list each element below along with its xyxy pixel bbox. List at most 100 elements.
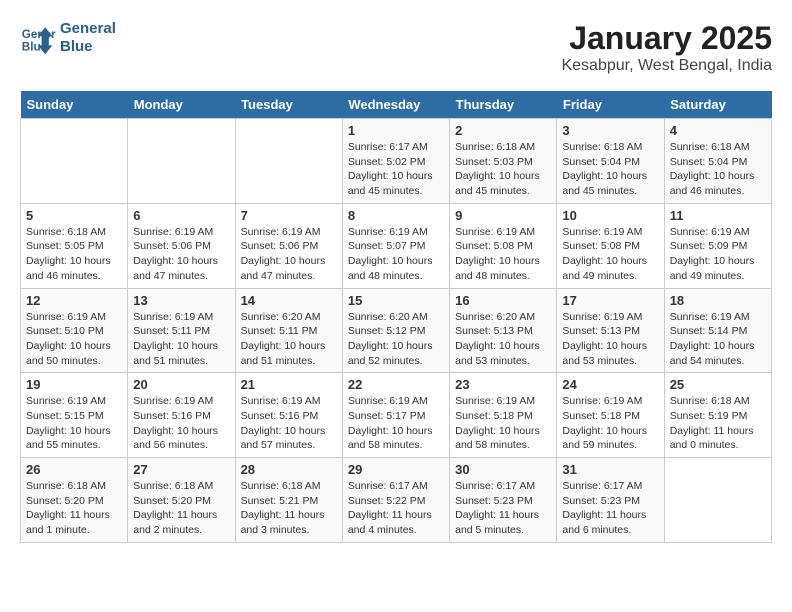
day-info: Sunrise: 6:17 AM Sunset: 5:22 PM Dayligh… <box>348 479 444 538</box>
day-number: 2 <box>455 123 551 138</box>
day-info: Sunrise: 6:19 AM Sunset: 5:15 PM Dayligh… <box>26 394 122 453</box>
day-number: 21 <box>241 377 337 392</box>
day-info: Sunrise: 6:18 AM Sunset: 5:19 PM Dayligh… <box>670 394 766 453</box>
day-info: Sunrise: 6:19 AM Sunset: 5:14 PM Dayligh… <box>670 310 766 369</box>
day-number: 1 <box>348 123 444 138</box>
day-number: 20 <box>133 377 229 392</box>
day-number: 23 <box>455 377 551 392</box>
day-number: 9 <box>455 208 551 223</box>
day-cell <box>235 119 342 204</box>
day-number: 8 <box>348 208 444 223</box>
day-info: Sunrise: 6:20 AM Sunset: 5:12 PM Dayligh… <box>348 310 444 369</box>
day-number: 28 <box>241 462 337 477</box>
calendar-table: SundayMondayTuesdayWednesdayThursdayFrid… <box>20 91 772 543</box>
day-cell: 13 Sunrise: 6:19 AM Sunset: 5:11 PM Dayli… <box>128 288 235 373</box>
logo-line1: General <box>60 20 116 38</box>
day-cell: 27 Sunrise: 6:18 AM Sunset: 5:20 PM Dayli… <box>128 458 235 543</box>
title-section: January 2025 Kesabpur, West Bengal, Indi… <box>561 20 772 75</box>
day-number: 6 <box>133 208 229 223</box>
day-cell: 2 Sunrise: 6:18 AM Sunset: 5:03 PM Daylig… <box>450 119 557 204</box>
day-info: Sunrise: 6:17 AM Sunset: 5:23 PM Dayligh… <box>562 479 658 538</box>
day-cell: 30Sunrise: 6:17 AM Sunset: 5:23 PM Dayli… <box>450 458 557 543</box>
day-number: 3 <box>562 123 658 138</box>
day-cell: 31 Sunrise: 6:17 AM Sunset: 5:23 PM Dayli… <box>557 458 664 543</box>
location: Kesabpur, West Bengal, India <box>561 57 772 75</box>
day-cell: 21 Sunrise: 6:19 AM Sunset: 5:16 PM Dayli… <box>235 373 342 458</box>
day-cell: 23Sunrise: 6:19 AM Sunset: 5:18 PM Dayli… <box>450 373 557 458</box>
day-info: Sunrise: 6:18 AM Sunset: 5:05 PM Dayligh… <box>26 225 122 284</box>
logo: General Blue General Blue <box>20 20 116 56</box>
header-tuesday: Tuesday <box>235 91 342 119</box>
day-info: Sunrise: 6:19 AM Sunset: 5:10 PM Dayligh… <box>26 310 122 369</box>
week-row-1: 1 Sunrise: 6:17 AM Sunset: 5:02 PM Daylig… <box>21 119 772 204</box>
day-cell: 4 Sunrise: 6:18 AM Sunset: 5:04 PM Daylig… <box>664 119 771 204</box>
day-info: Sunrise: 6:20 AM Sunset: 5:13 PM Dayligh… <box>455 310 551 369</box>
header-monday: Monday <box>128 91 235 119</box>
day-info: Sunrise: 6:19 AM Sunset: 5:11 PM Dayligh… <box>133 310 229 369</box>
day-cell: 22 Sunrise: 6:19 AM Sunset: 5:17 PM Dayli… <box>342 373 449 458</box>
day-info: Sunrise: 6:19 AM Sunset: 5:17 PM Dayligh… <box>348 394 444 453</box>
header-sunday: Sunday <box>21 91 128 119</box>
day-info: Sunrise: 6:19 AM Sunset: 5:16 PM Dayligh… <box>241 394 337 453</box>
day-info: Sunrise: 6:19 AM Sunset: 5:08 PM Dayligh… <box>562 225 658 284</box>
day-number: 31 <box>562 462 658 477</box>
day-number: 29 <box>348 462 444 477</box>
page-header: General Blue General Blue January 2025 K… <box>20 20 772 75</box>
day-cell: 17Sunrise: 6:19 AM Sunset: 5:13 PM Dayli… <box>557 288 664 373</box>
day-info: Sunrise: 6:18 AM Sunset: 5:21 PM Dayligh… <box>241 479 337 538</box>
day-info: Sunrise: 6:19 AM Sunset: 5:09 PM Dayligh… <box>670 225 766 284</box>
day-number: 4 <box>670 123 766 138</box>
day-number: 10 <box>562 208 658 223</box>
day-info: Sunrise: 6:20 AM Sunset: 5:11 PM Dayligh… <box>241 310 337 369</box>
day-cell: 5Sunrise: 6:18 AM Sunset: 5:05 PM Daylig… <box>21 203 128 288</box>
day-cell: 29 Sunrise: 6:17 AM Sunset: 5:22 PM Dayli… <box>342 458 449 543</box>
day-cell: 3Sunrise: 6:18 AM Sunset: 5:04 PM Daylig… <box>557 119 664 204</box>
day-cell <box>21 119 128 204</box>
day-info: Sunrise: 6:19 AM Sunset: 5:06 PM Dayligh… <box>241 225 337 284</box>
day-cell <box>128 119 235 204</box>
day-info: Sunrise: 6:19 AM Sunset: 5:07 PM Dayligh… <box>348 225 444 284</box>
header-friday: Friday <box>557 91 664 119</box>
day-info: Sunrise: 6:18 AM Sunset: 5:03 PM Dayligh… <box>455 140 551 199</box>
day-info: Sunrise: 6:19 AM Sunset: 5:06 PM Dayligh… <box>133 225 229 284</box>
day-number: 27 <box>133 462 229 477</box>
day-number: 11 <box>670 208 766 223</box>
day-cell: 19 Sunrise: 6:19 AM Sunset: 5:15 PM Dayli… <box>21 373 128 458</box>
day-info: Sunrise: 6:19 AM Sunset: 5:08 PM Dayligh… <box>455 225 551 284</box>
week-row-3: 12 Sunrise: 6:19 AM Sunset: 5:10 PM Dayli… <box>21 288 772 373</box>
day-info: Sunrise: 6:19 AM Sunset: 5:18 PM Dayligh… <box>562 394 658 453</box>
header-saturday: Saturday <box>664 91 771 119</box>
day-cell: 16 Sunrise: 6:20 AM Sunset: 5:13 PM Dayli… <box>450 288 557 373</box>
day-number: 16 <box>455 293 551 308</box>
day-number: 22 <box>348 377 444 392</box>
day-info: Sunrise: 6:19 AM Sunset: 5:16 PM Dayligh… <box>133 394 229 453</box>
day-number: 19 <box>26 377 122 392</box>
day-number: 14 <box>241 293 337 308</box>
day-number: 12 <box>26 293 122 308</box>
day-number: 17 <box>562 293 658 308</box>
day-cell: 25 Sunrise: 6:18 AM Sunset: 5:19 PM Dayli… <box>664 373 771 458</box>
days-header-row: SundayMondayTuesdayWednesdayThursdayFrid… <box>21 91 772 119</box>
day-info: Sunrise: 6:18 AM Sunset: 5:04 PM Dayligh… <box>670 140 766 199</box>
day-cell: 14 Sunrise: 6:20 AM Sunset: 5:11 PM Dayli… <box>235 288 342 373</box>
day-info: Sunrise: 6:17 AM Sunset: 5:23 PM Dayligh… <box>455 479 551 538</box>
day-info: Sunrise: 6:18 AM Sunset: 5:20 PM Dayligh… <box>133 479 229 538</box>
day-cell: 7Sunrise: 6:19 AM Sunset: 5:06 PM Daylig… <box>235 203 342 288</box>
day-number: 25 <box>670 377 766 392</box>
logo-line2: Blue <box>60 38 116 56</box>
header-wednesday: Wednesday <box>342 91 449 119</box>
week-row-2: 5Sunrise: 6:18 AM Sunset: 5:05 PM Daylig… <box>21 203 772 288</box>
day-number: 13 <box>133 293 229 308</box>
day-cell: 15Sunrise: 6:20 AM Sunset: 5:12 PM Dayli… <box>342 288 449 373</box>
day-cell: 26Sunrise: 6:18 AM Sunset: 5:20 PM Dayli… <box>21 458 128 543</box>
day-cell: 28 Sunrise: 6:18 AM Sunset: 5:21 PM Dayli… <box>235 458 342 543</box>
week-row-4: 19 Sunrise: 6:19 AM Sunset: 5:15 PM Dayli… <box>21 373 772 458</box>
month-title: January 2025 <box>561 20 772 57</box>
day-cell: 6 Sunrise: 6:19 AM Sunset: 5:06 PM Daylig… <box>128 203 235 288</box>
day-number: 18 <box>670 293 766 308</box>
day-info: Sunrise: 6:17 AM Sunset: 5:02 PM Dayligh… <box>348 140 444 199</box>
day-cell: 9 Sunrise: 6:19 AM Sunset: 5:08 PM Daylig… <box>450 203 557 288</box>
logo-icon: General Blue <box>20 20 56 56</box>
day-number: 26 <box>26 462 122 477</box>
day-cell: 10 Sunrise: 6:19 AM Sunset: 5:08 PM Dayli… <box>557 203 664 288</box>
